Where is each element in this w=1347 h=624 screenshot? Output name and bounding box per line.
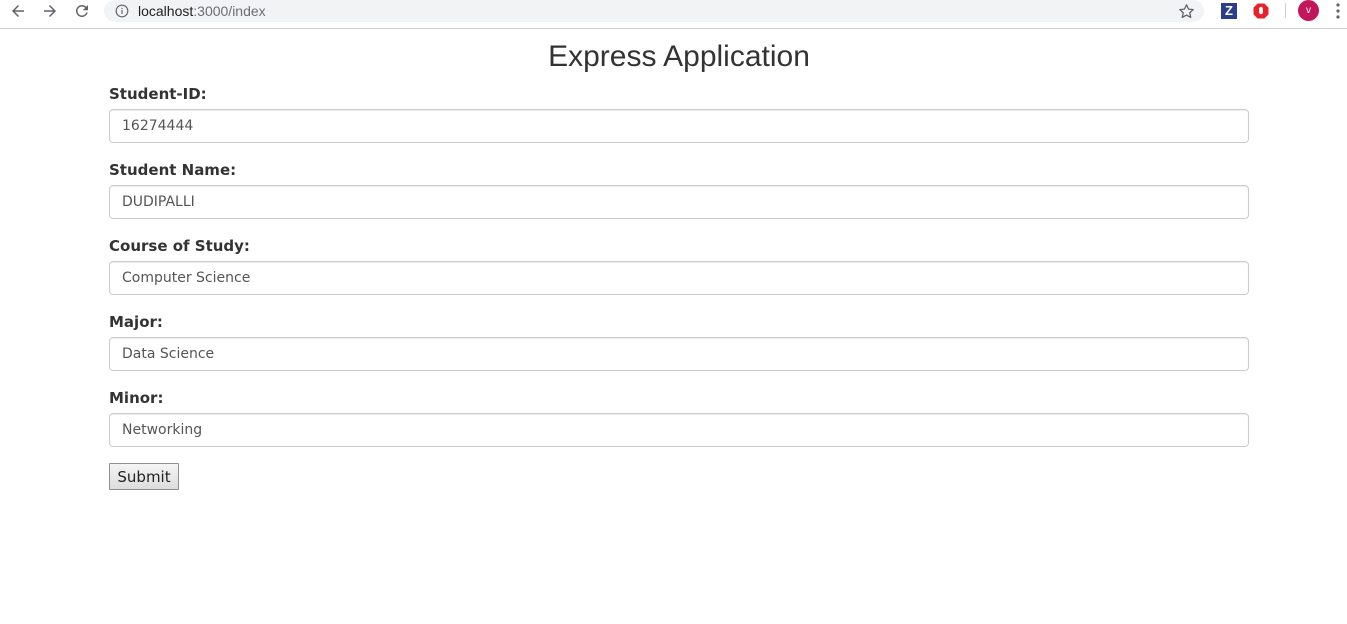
adblock-extension-icon[interactable] — [1251, 1, 1271, 21]
forward-button[interactable] — [36, 0, 64, 22]
minor-input[interactable] — [109, 413, 1249, 447]
reload-icon — [75, 4, 88, 17]
kebab-menu-icon[interactable] — [1330, 1, 1346, 21]
minor-label: Minor: — [109, 389, 164, 407]
browser-toolbar: localhost:3000/index Z v — [0, 0, 1347, 29]
page-title: Express Application — [548, 40, 810, 73]
arrow-right-icon — [44, 5, 56, 17]
zotero-extension-letter: Z — [1221, 3, 1237, 19]
url-text[interactable]: localhost:3000/index — [138, 3, 266, 19]
reload-button[interactable] — [68, 0, 96, 22]
student-name-group: Student Name: — [109, 160, 1249, 236]
info-icon[interactable] — [114, 3, 130, 19]
course-of-study-group: Course of Study: — [109, 236, 1249, 312]
minor-group: Minor: — [109, 388, 1249, 464]
submit-button[interactable]: Submit — [109, 463, 179, 490]
zotero-extension-icon[interactable]: Z — [1219, 1, 1239, 21]
student-id-group: Student-ID: — [109, 84, 1249, 160]
arrow-left-icon — [12, 5, 24, 17]
url-host: localhost — [138, 3, 194, 19]
url-path: :3000/index — [193, 3, 266, 19]
avatar[interactable]: v — [1298, 0, 1319, 21]
student-form: Student-ID: Student Name: Course of Stud… — [109, 84, 1249, 464]
student-name-input[interactable] — [109, 185, 1249, 219]
course-of-study-label: Course of Study: — [109, 237, 250, 255]
major-label: Major: — [109, 313, 163, 331]
major-group: Major: — [109, 312, 1249, 388]
student-id-input[interactable] — [109, 109, 1249, 143]
student-name-label: Student Name: — [109, 161, 237, 179]
student-id-label: Student-ID: — [109, 85, 207, 103]
toolbar-divider — [1285, 3, 1286, 18]
star-icon[interactable] — [1174, 1, 1198, 21]
address-bar[interactable]: localhost:3000/index — [104, 0, 1204, 22]
course-of-study-input[interactable] — [109, 261, 1249, 295]
back-button[interactable] — [4, 0, 32, 22]
major-input[interactable] — [109, 337, 1249, 371]
